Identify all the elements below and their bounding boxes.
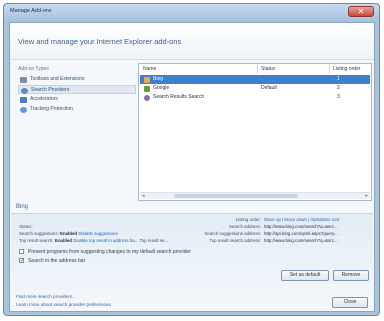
top-result-row: Top result search: Enabled Disable top r…: [19, 238, 168, 243]
top-result-extra: Top result se...: [139, 238, 169, 243]
sidebar-item-label: Search Providers: [31, 87, 70, 93]
set-as-default-button[interactable]: Set as default: [281, 270, 329, 281]
scrollbar-thumb[interactable]: [174, 194, 298, 198]
search-providers-list: Name Status Listing order Bing 1 Google …: [138, 63, 372, 201]
search-icon: [144, 94, 150, 101]
disable-suggestions-link[interactable]: Disable suggestions: [78, 231, 117, 236]
listing-order-label: Listing order:: [235, 217, 261, 222]
row-order: 2: [337, 85, 340, 91]
prevent-programs-checkbox[interactable]: [19, 249, 24, 254]
page-title: View and manage your Internet Explorer a…: [18, 37, 182, 46]
prevent-programs-label[interactable]: Prevent programs from suggesting changes…: [28, 249, 191, 255]
horizontal-scrollbar[interactable]: ◂ ▸: [140, 192, 370, 199]
list-row-google[interactable]: Google Default 2: [140, 84, 370, 93]
search-suggestions-row: Search suggestions: Enabled Disable sugg…: [19, 231, 118, 236]
search-address-value: http://www.bing.com/search?q=&src...: [264, 224, 338, 229]
close-window-button[interactable]: ✕: [348, 6, 374, 17]
column-header-status[interactable]: Status: [261, 66, 275, 72]
sidebar-item-tracking-protection[interactable]: Tracking Protection: [18, 105, 136, 114]
details-title: Bing: [16, 204, 29, 210]
tracking-protection-icon: [20, 106, 27, 113]
row-name: Bing: [153, 76, 164, 82]
list-row-bing[interactable]: Bing 1: [140, 75, 370, 84]
gear-icon: [20, 76, 27, 83]
google-icon: [144, 85, 150, 92]
remove-button[interactable]: Remove: [333, 270, 369, 281]
search-address-label: Search address:: [229, 224, 261, 229]
top-result-label: Top result search:: [19, 238, 54, 243]
row-order: 1: [337, 76, 340, 82]
column-divider: [257, 65, 258, 74]
top-result-address-value: http://www.bing.com/search?q=&src...: [264, 238, 338, 243]
scroll-right-icon[interactable]: ▸: [365, 193, 368, 199]
row-status: Default: [261, 85, 277, 91]
search-suggestions-label: Search suggestions:: [19, 231, 59, 236]
manage-addons-window: Manage Add-ons ✕ View and manage your In…: [3, 3, 380, 316]
learn-more-link[interactable]: Learn more about search provider prefere…: [16, 302, 111, 307]
top-result-state: Enabled: [54, 238, 72, 243]
search-icon: [21, 87, 28, 94]
header-band: View and manage your Internet Explorer a…: [10, 23, 374, 60]
bing-icon: [144, 76, 150, 83]
sidebar-title: Add-on Types: [18, 66, 49, 72]
search-address-bar-checkbox[interactable]: ✓: [19, 258, 24, 264]
sidebar-item-accelerators[interactable]: Accelerators: [18, 95, 136, 104]
details-pane: Status: Search suggestions: Enabled Disa…: [11, 213, 373, 304]
accelerator-icon: [20, 96, 27, 103]
sidebar-item-label: Toolbars and Extensions: [30, 76, 85, 82]
disable-top-result-link[interactable]: Disable top result in address ba...: [73, 238, 138, 243]
search-address-bar-label[interactable]: Search in the address bar: [28, 258, 85, 264]
search-suggestions-state: Enabled: [60, 231, 78, 236]
window-title: Manage Add-ons: [10, 8, 52, 14]
listing-order-links[interactable]: Move up | Move down | Alphabetic sort: [264, 217, 339, 222]
top-result-address-label: Top result search address:: [209, 238, 262, 243]
suggestions-address-value: http://api.bing.com/qsml.aspx?query...: [264, 231, 338, 236]
title-bar[interactable]: Manage Add-ons ✕: [4, 4, 379, 21]
dialog-content: View and manage your Internet Explorer a…: [9, 22, 375, 312]
find-more-link[interactable]: Find more search providers...: [16, 294, 76, 299]
sidebar-item-label: Accelerators: [30, 96, 58, 102]
row-order: 3: [337, 94, 340, 100]
row-name: Search Results Search: [153, 94, 205, 100]
close-button[interactable]: Close: [332, 297, 368, 308]
addon-types-sidebar: Add-on Types Toolbars and Extensions Sea…: [16, 63, 138, 201]
column-header-name[interactable]: Name: [143, 66, 156, 72]
status-label: Status:: [19, 224, 33, 229]
row-name: Google: [153, 85, 170, 91]
column-divider: [329, 65, 330, 74]
sidebar-item-label: Tracking Protection: [30, 106, 73, 112]
list-row-search-results[interactable]: Search Results Search 3: [140, 93, 370, 102]
scroll-left-icon[interactable]: ◂: [142, 193, 145, 199]
sidebar-item-toolbars[interactable]: Toolbars and Extensions: [18, 75, 136, 84]
close-icon: ✕: [357, 7, 365, 16]
suggestions-address-label: Search suggestions address:: [204, 231, 261, 236]
column-header-listing-order[interactable]: Listing order: [333, 66, 361, 72]
sidebar-item-search-providers[interactable]: Search Providers: [18, 85, 136, 94]
